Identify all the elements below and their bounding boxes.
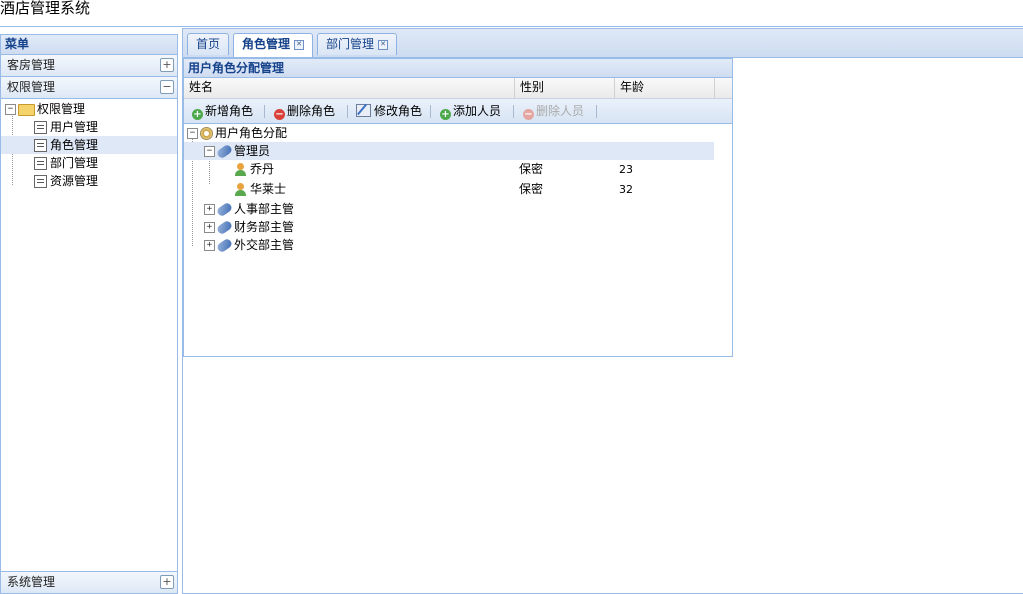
member-gender: 保密: [519, 182, 544, 196]
toolbar-separator: [596, 105, 597, 118]
tree-row-group-finance[interactable]: + 财务部主管: [184, 218, 714, 236]
tree-expand-icon[interactable]: +: [204, 222, 215, 233]
tree-node-label: 管理员: [234, 144, 271, 158]
accordion-room-management[interactable]: 客房管理 +: [1, 55, 177, 77]
role-group-icon: [215, 219, 234, 236]
accordion-permission-management[interactable]: 权限管理 −: [1, 77, 177, 99]
button-label: 删除人员: [536, 104, 585, 118]
page-icon: [34, 157, 47, 170]
role-group-icon: [215, 201, 234, 218]
button-label: 新增角色: [205, 104, 254, 118]
center-tab-panel: 首页 角色管理 ✕ 部门管理 ✕ 用户角色分配管理 姓名 性别 年龄 + 新增角色 −…: [182, 28, 1023, 594]
tree-node-label: 人事部主管: [234, 202, 295, 216]
grid-title: 用户角色分配管理: [184, 59, 732, 78]
tree-node-label: 财务部主管: [234, 220, 295, 234]
user-icon: [234, 183, 247, 196]
accordion-label: 客房管理: [7, 58, 56, 72]
add-icon: +: [192, 109, 203, 120]
add-role-button[interactable]: + 新增角色: [192, 99, 253, 123]
permission-tree: − 权限管理 用户管理 角色管理 部门管理 资源管理: [1, 99, 177, 190]
toolbar-separator: [264, 105, 265, 118]
tree-node-permission-root[interactable]: − 权限管理: [1, 100, 177, 118]
folder-open-icon: [18, 103, 35, 116]
tree-node-label: 用户角色分配: [215, 126, 288, 140]
add-icon: +: [440, 109, 451, 120]
delete-icon: −: [523, 109, 534, 120]
page-icon: [34, 175, 47, 188]
toolbar-separator: [347, 105, 348, 118]
tab-label: 角色管理: [242, 37, 291, 51]
app-title: 酒店管理系统: [0, 0, 1023, 27]
delete-icon: −: [274, 109, 285, 120]
button-label: 添加人员: [453, 104, 502, 118]
tab-department-management[interactable]: 部门管理 ✕: [317, 33, 398, 55]
tree-collapse-icon[interactable]: −: [187, 128, 198, 139]
expand-icon[interactable]: +: [160, 58, 174, 72]
tab-role-management[interactable]: 角色管理 ✕: [233, 33, 314, 57]
accordion-system-management[interactable]: 系统管理 +: [1, 571, 177, 593]
edit-icon: [356, 104, 371, 117]
tree-item-label: 角色管理: [50, 138, 99, 152]
edit-role-button[interactable]: 修改角色: [356, 99, 422, 123]
column-header-gender[interactable]: 性别: [515, 78, 615, 98]
page-icon: [34, 139, 47, 152]
role-group-icon: [215, 237, 234, 254]
grid-toolbar: + 新增角色 − 删除角色 修改角色 + 添加人员 − 删除人员: [184, 99, 732, 124]
close-icon[interactable]: ✕: [294, 40, 305, 50]
tab-home[interactable]: 首页: [187, 33, 230, 55]
tree-collapse-icon[interactable]: −: [5, 104, 16, 115]
tab-strip: 首页 角色管理 ✕ 部门管理 ✕: [183, 29, 1023, 58]
member-age: 23: [619, 163, 633, 176]
column-header-name[interactable]: 姓名: [184, 78, 515, 98]
button-label: 修改角色: [374, 104, 423, 118]
west-menu-panel: 菜单 客房管理 + 权限管理 − − 权限管理 用户管理 角色管理 部门管理 资源…: [0, 34, 178, 594]
member-name: 华莱士: [250, 182, 287, 196]
tree-row-group-foreign[interactable]: + 外交部主管: [184, 236, 714, 254]
tree-item-department-management[interactable]: 部门管理: [1, 154, 177, 172]
user-icon: [234, 163, 247, 176]
table-row[interactable]: 乔丹 保密 23: [184, 160, 714, 178]
member-age: 32: [619, 183, 633, 196]
delete-member-button[interactable]: − 删除人员: [523, 99, 584, 123]
add-member-button[interactable]: + 添加人员: [440, 99, 501, 123]
toolbar-separator: [430, 105, 431, 118]
menu-header: 菜单: [1, 35, 177, 55]
tree-node-label: 外交部主管: [234, 238, 295, 252]
tree-row-group-hr[interactable]: + 人事部主管: [184, 200, 714, 218]
table-row[interactable]: 华莱士 保密 32: [184, 180, 714, 198]
tree-item-label: 资源管理: [50, 174, 99, 188]
grid-header: 姓名 性别 年龄: [184, 78, 732, 99]
accordion-label: 系统管理: [7, 575, 56, 589]
tree-node-label: 权限管理: [37, 102, 86, 116]
button-label: 删除角色: [287, 104, 336, 118]
tree-expand-icon[interactable]: +: [204, 240, 215, 251]
tree-expand-icon[interactable]: +: [204, 204, 215, 215]
role-assignment-treegrid: 用户角色分配管理 姓名 性别 年龄 + 新增角色 − 删除角色 修改角色 + 添加人员: [183, 58, 733, 357]
close-icon[interactable]: ✕: [378, 40, 389, 50]
toolbar-separator: [513, 105, 514, 118]
tree-item-user-management[interactable]: 用户管理: [1, 118, 177, 136]
tab-label: 首页: [196, 37, 221, 51]
column-header-age[interactable]: 年龄: [615, 78, 715, 98]
tree-row-group-admin[interactable]: − 管理员: [184, 142, 714, 160]
collapse-icon[interactable]: −: [160, 80, 174, 94]
tree-row-root[interactable]: − 用户角色分配: [184, 124, 714, 142]
tree-item-label: 用户管理: [50, 120, 99, 134]
expand-icon[interactable]: +: [160, 575, 174, 589]
tree-item-role-management[interactable]: 角色管理: [1, 136, 177, 154]
member-name: 乔丹: [250, 162, 275, 176]
tab-label: 部门管理: [326, 37, 375, 51]
tree-collapse-icon[interactable]: −: [204, 146, 215, 157]
page-icon: [34, 121, 47, 134]
role-group-icon: [215, 143, 234, 160]
gear-icon: [200, 127, 213, 140]
tree-item-label: 部门管理: [50, 156, 99, 170]
accordion-label: 权限管理: [7, 80, 56, 94]
delete-role-button[interactable]: − 删除角色: [274, 99, 335, 123]
tree-item-resource-management[interactable]: 资源管理: [1, 172, 177, 190]
member-gender: 保密: [519, 162, 544, 176]
